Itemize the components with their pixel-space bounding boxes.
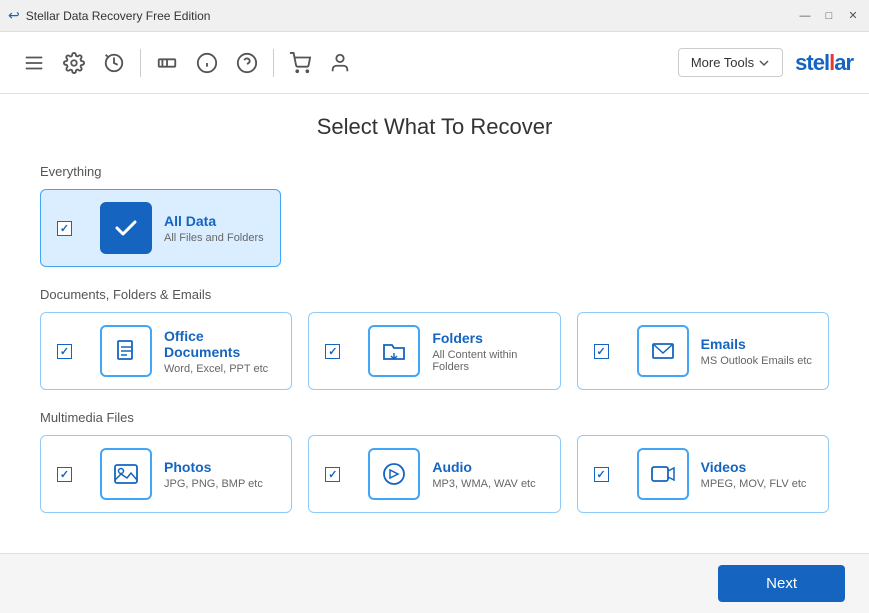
all-data-title: All Data: [164, 213, 264, 229]
videos-icon-wrap: [637, 448, 689, 500]
section-multimedia: Multimedia Files Photos JPG, PNG, BMP et…: [40, 410, 829, 513]
videos-checkbox[interactable]: [594, 467, 609, 482]
audio-checkbox[interactable]: [325, 467, 340, 482]
folders-subtitle: All Content within Folders: [432, 349, 543, 373]
window-controls: — □ ✕: [797, 8, 861, 24]
main-content: Select What To Recover Everything All Da…: [0, 94, 869, 553]
title-bar-left: ↩ Stellar Data Recovery Free Edition: [8, 7, 210, 24]
all-data-icon-wrap: [100, 202, 152, 254]
all-data-text: All Data All Files and Folders: [164, 213, 264, 244]
folder-icon: [380, 337, 408, 365]
info-button[interactable]: [189, 45, 225, 81]
photos-icon-wrap: [100, 448, 152, 500]
everything-cards-row: All Data All Files and Folders: [40, 189, 829, 267]
multimedia-cards-row: Photos JPG, PNG, BMP etc Audio MP3, WMA,…: [40, 435, 829, 513]
app-icon: ↩: [8, 7, 20, 24]
video-icon: [649, 460, 677, 488]
audio-icon: [380, 460, 408, 488]
section-documents-label: Documents, Folders & Emails: [40, 287, 829, 302]
photos-checkbox[interactable]: [57, 467, 72, 482]
emails-checkbox[interactable]: [594, 344, 609, 359]
toolbar: More Tools stellar: [0, 32, 869, 94]
stellar-logo: stellar: [795, 50, 853, 76]
all-data-checkbox[interactable]: [57, 221, 72, 236]
toolbar-right: More Tools stellar: [678, 48, 853, 77]
cart-button[interactable]: [282, 45, 318, 81]
card-emails[interactable]: Emails MS Outlook Emails etc: [577, 312, 829, 390]
videos-text: Videos MPEG, MOV, FLV etc: [701, 459, 812, 490]
videos-title: Videos: [701, 459, 812, 475]
history-button[interactable]: [96, 45, 132, 81]
folders-checkbox[interactable]: [325, 344, 340, 359]
card-folders[interactable]: Folders All Content within Folders: [308, 312, 560, 390]
audio-text: Audio MP3, WMA, WAV etc: [432, 459, 543, 490]
folders-text: Folders All Content within Folders: [432, 330, 543, 373]
checkmark-icon: [112, 214, 140, 242]
menu-button[interactable]: [16, 45, 52, 81]
help-button[interactable]: [229, 45, 265, 81]
card-videos[interactable]: Videos MPEG, MOV, FLV etc: [577, 435, 829, 513]
all-data-subtitle: All Files and Folders: [164, 232, 264, 244]
office-docs-title: Office Documents: [164, 328, 275, 360]
photos-subtitle: JPG, PNG, BMP etc: [164, 478, 275, 490]
office-docs-subtitle: Word, Excel, PPT etc: [164, 363, 275, 375]
emails-text: Emails MS Outlook Emails etc: [701, 336, 812, 367]
card-all-data[interactable]: All Data All Files and Folders: [40, 189, 281, 267]
toolbar-left: [16, 45, 358, 81]
settings-button[interactable]: [56, 45, 92, 81]
audio-title: Audio: [432, 459, 543, 475]
separator-1: [140, 49, 141, 77]
section-documents: Documents, Folders & Emails Office Docum…: [40, 287, 829, 390]
photos-text: Photos JPG, PNG, BMP etc: [164, 459, 275, 490]
card-photos[interactable]: Photos JPG, PNG, BMP etc: [40, 435, 292, 513]
card-office-docs[interactable]: Office Documents Word, Excel, PPT etc: [40, 312, 292, 390]
next-button[interactable]: Next: [718, 565, 845, 602]
emails-subtitle: MS Outlook Emails etc: [701, 355, 812, 367]
separator-2: [273, 49, 274, 77]
footer: Next: [0, 553, 869, 613]
document-icon: [112, 337, 140, 365]
section-multimedia-label: Multimedia Files: [40, 410, 829, 425]
folders-title: Folders: [432, 330, 543, 346]
documents-cards-row: Office Documents Word, Excel, PPT etc Fo…: [40, 312, 829, 390]
title-bar-text: Stellar Data Recovery Free Edition: [26, 9, 211, 23]
minimize-button[interactable]: —: [797, 8, 813, 24]
emails-title: Emails: [701, 336, 812, 352]
more-tools-button[interactable]: More Tools: [678, 48, 783, 77]
card-audio[interactable]: Audio MP3, WMA, WAV etc: [308, 435, 560, 513]
emails-icon-wrap: [637, 325, 689, 377]
office-docs-checkbox[interactable]: [57, 344, 72, 359]
office-docs-text: Office Documents Word, Excel, PPT etc: [164, 328, 275, 375]
maximize-button[interactable]: □: [821, 8, 837, 24]
more-tools-label: More Tools: [691, 55, 754, 70]
photo-icon: [112, 460, 140, 488]
audio-icon-wrap: [368, 448, 420, 500]
title-bar: ↩ Stellar Data Recovery Free Edition — □…: [0, 0, 869, 32]
photos-title: Photos: [164, 459, 275, 475]
videos-subtitle: MPEG, MOV, FLV etc: [701, 478, 812, 490]
folders-icon-wrap: [368, 325, 420, 377]
section-everything-label: Everything: [40, 164, 829, 179]
chevron-down-icon: [758, 57, 770, 69]
email-icon: [649, 337, 677, 365]
audio-subtitle: MP3, WMA, WAV etc: [432, 478, 543, 490]
scan-button[interactable]: [149, 45, 185, 81]
close-button[interactable]: ✕: [845, 8, 861, 24]
page-title: Select What To Recover: [40, 114, 829, 140]
account-button[interactable]: [322, 45, 358, 81]
section-everything: Everything All Data All Files and Folder…: [40, 164, 829, 267]
office-docs-icon-wrap: [100, 325, 152, 377]
